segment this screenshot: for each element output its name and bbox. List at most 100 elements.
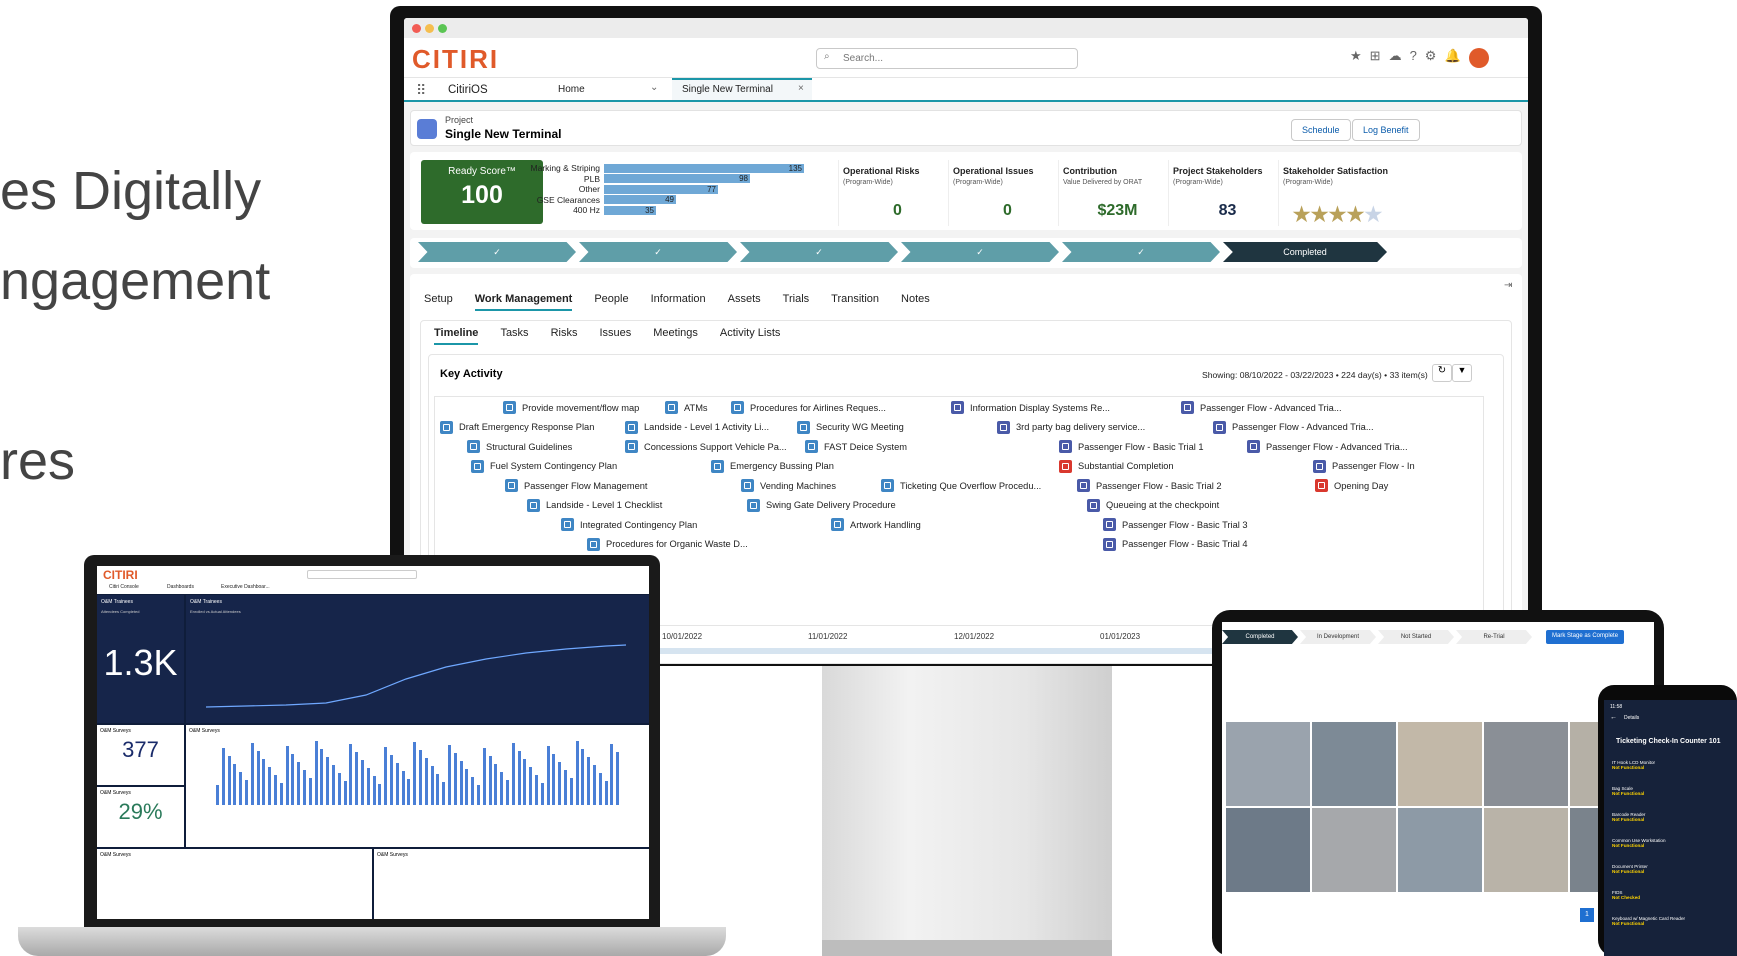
stage-complete[interactable]: ✓ — [579, 242, 737, 262]
timeline-item[interactable]: Landside - Level 1 Activity Li... — [625, 420, 769, 434]
bell-icon[interactable]: 🔔 — [1444, 48, 1460, 68]
maximize-window-button[interactable] — [438, 24, 447, 33]
schedule-button[interactable]: Schedule — [1291, 119, 1351, 141]
refresh-icon[interactable]: ↻ — [1432, 364, 1452, 382]
tab-home[interactable]: Home — [558, 84, 585, 95]
subtab-risks[interactable]: Risks — [551, 327, 578, 345]
add-icon[interactable]: ⊞ — [1370, 48, 1381, 68]
tab-assets[interactable]: Assets — [728, 293, 761, 311]
phone-item[interactable]: Keyboard w/ Magnetic Card Reader Not Func… — [1612, 916, 1685, 926]
close-tab-icon[interactable]: × — [798, 83, 804, 94]
minimize-window-button[interactable] — [425, 24, 434, 33]
timeline-item[interactable]: ATMs — [665, 401, 708, 414]
gear-icon[interactable]: ⚙ — [1425, 48, 1437, 68]
subtab-tasks[interactable]: Tasks — [500, 327, 528, 345]
phone-item[interactable]: Common Use Workstation Not Functional — [1612, 838, 1666, 848]
timeline-item[interactable]: FAST Deice System — [805, 440, 907, 453]
tablet-stage-in-development[interactable]: In Development — [1300, 630, 1376, 644]
close-window-button[interactable] — [412, 24, 421, 33]
timeline-item[interactable]: 3rd party bag delivery service... — [997, 420, 1145, 434]
global-search-input[interactable]: Search... — [816, 48, 1078, 69]
photo-thumbnail[interactable] — [1312, 808, 1396, 892]
subtab-issues[interactable]: Issues — [599, 327, 631, 345]
subtab-meetings[interactable]: Meetings — [653, 327, 698, 345]
timeline-item[interactable]: Opening Day — [1315, 479, 1388, 492]
stage-final[interactable]: Completed — [1223, 242, 1387, 262]
subtab-timeline[interactable]: Timeline — [434, 327, 479, 345]
phone-item[interactable]: Document Printer Not Functional — [1612, 864, 1648, 874]
photo-thumbnail[interactable] — [1484, 722, 1568, 806]
timeline-scrollbar[interactable] — [594, 648, 1314, 654]
tablet-stage-re-trial[interactable]: Re-Trial — [1456, 630, 1532, 644]
phone-item[interactable]: FIDS Not Checked — [1612, 890, 1640, 900]
timeline-item[interactable]: Passenger Flow - Advanced Tria... — [1213, 420, 1374, 434]
timeline-item[interactable]: Landside - Level 1 Checklist — [527, 498, 662, 512]
timeline-item[interactable]: Integrated Contingency Plan — [561, 518, 697, 531]
stage-complete[interactable]: ✓ — [901, 242, 1059, 262]
log-benefit-button[interactable]: Log Benefit — [1352, 119, 1420, 141]
timeline-item[interactable]: Provide movement/flow map — [503, 401, 639, 414]
stage-complete[interactable]: ✓ — [1062, 242, 1220, 262]
task-icon — [1213, 420, 1226, 434]
timeline-item[interactable]: Ticketing Que Overflow Procedu... — [881, 479, 1041, 492]
avatar[interactable] — [1468, 48, 1489, 68]
chevron-down-icon[interactable]: ⌄ — [650, 82, 658, 93]
timeline-item[interactable]: Information Display Systems Re... — [951, 401, 1110, 414]
timeline-item[interactable]: Emergency Bussing Plan — [711, 459, 834, 473]
timeline-item[interactable]: Queueing at the checkpoint — [1087, 498, 1219, 512]
laptop-tab-executive[interactable]: Executive Dashboar... — [221, 584, 270, 590]
tab-work-management[interactable]: Work Management — [474, 293, 573, 311]
timeline-item[interactable]: Structural Guidelines — [467, 440, 572, 453]
stage-complete[interactable]: ✓ — [740, 242, 898, 262]
tablet-stage-completed[interactable]: Completed — [1222, 630, 1298, 644]
laptop-search-input[interactable] — [307, 570, 417, 579]
tab-transition[interactable]: Transition — [831, 293, 879, 311]
timeline-item[interactable]: Passenger Flow - Advanced Tria... — [1181, 401, 1342, 414]
timeline-item[interactable]: Passenger Flow - Basic Trial 4 — [1103, 537, 1248, 551]
app-launcher-icon[interactable]: ⠿ — [416, 82, 426, 99]
photo-thumbnail[interactable] — [1226, 808, 1310, 892]
stage-complete[interactable]: ✓ — [418, 242, 576, 262]
timeline-item[interactable]: Artwork Handling — [831, 518, 921, 531]
favorites-icon[interactable]: ★ — [1350, 48, 1362, 68]
phone-item[interactable]: Barcode Reader Not Functional — [1612, 812, 1645, 822]
tab-information[interactable]: Information — [651, 293, 706, 311]
photo-thumbnail[interactable] — [1226, 722, 1310, 806]
tab-setup[interactable]: Setup — [424, 293, 453, 311]
cloud-icon[interactable]: ☁ — [1389, 48, 1402, 68]
photo-thumbnail[interactable] — [1484, 808, 1568, 892]
timeline-item[interactable]: Passenger Flow - Basic Trial 3 — [1103, 518, 1248, 531]
timeline-item[interactable]: Passenger Flow - In — [1313, 459, 1415, 473]
photo-thumbnail[interactable] — [1398, 808, 1482, 892]
laptop-tab-dashboards[interactable]: Dashboards — [167, 584, 194, 590]
timeline-item[interactable]: Passenger Flow Management — [505, 479, 648, 492]
tab-people[interactable]: People — [594, 293, 628, 311]
timeline-item[interactable]: Fuel System Contingency Plan — [471, 459, 617, 473]
page-1-button[interactable]: 1 — [1580, 908, 1594, 922]
timeline-item[interactable]: Vending Machines — [741, 479, 836, 492]
timeline-item[interactable]: Passenger Flow - Basic Trial 2 — [1077, 479, 1222, 492]
help-icon[interactable]: ? — [1410, 48, 1417, 68]
tab-single-new-terminal[interactable]: Single New Terminal — [672, 78, 812, 100]
timeline-item[interactable]: Draft Emergency Response Plan — [440, 420, 594, 434]
back-arrow-icon[interactable]: ← — [1610, 714, 1617, 721]
timeline-item[interactable]: Procedures for Airlines Reques... — [731, 401, 886, 414]
filter-icon[interactable]: ▼ — [1452, 364, 1472, 382]
tablet-stage-not-started[interactable]: Not Started — [1378, 630, 1454, 644]
subtab-activity-lists[interactable]: Activity Lists — [720, 327, 781, 345]
tab-trials[interactable]: Trials — [783, 293, 809, 311]
timeline-item[interactable]: Security WG Meeting — [797, 420, 904, 434]
collapse-icon[interactable]: ⇥ — [1504, 280, 1512, 291]
mark-stage-complete-button[interactable]: Mark Stage as Complete — [1546, 630, 1625, 644]
phone-item[interactable]: IT Hook LCD Monitor Not Functional — [1612, 760, 1655, 770]
timeline-item[interactable]: Concessions Support Vehicle Pa... — [625, 440, 787, 453]
timeline-item[interactable]: Passenger Flow - Advanced Tria... — [1247, 440, 1408, 453]
tab-notes[interactable]: Notes — [901, 293, 930, 311]
timeline-item[interactable]: Substantial Completion — [1059, 459, 1174, 473]
timeline-item[interactable]: Passenger Flow - Basic Trial 1 — [1059, 440, 1204, 453]
timeline-item[interactable]: Swing Gate Delivery Procedure — [747, 498, 896, 512]
photo-thumbnail[interactable] — [1398, 722, 1482, 806]
photo-thumbnail[interactable] — [1312, 722, 1396, 806]
timeline-item[interactable]: Procedures for Organic Waste D... — [587, 537, 748, 551]
phone-item[interactable]: Bag Scale Not Functional — [1612, 786, 1644, 796]
